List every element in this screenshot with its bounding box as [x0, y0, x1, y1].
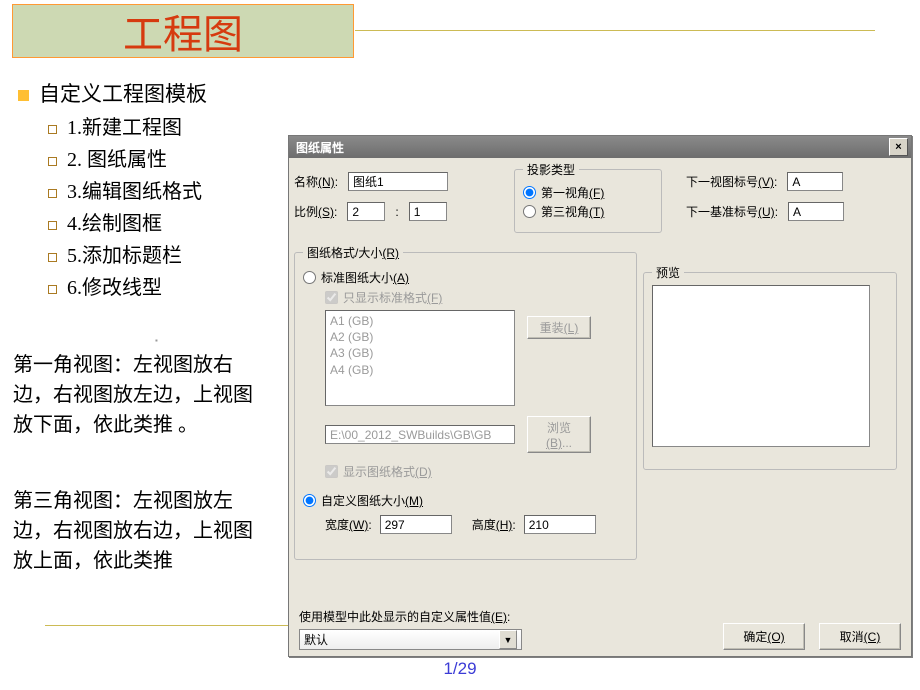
third-angle-radio[interactable]: [523, 205, 536, 218]
slide: 工程图 自定义工程图模板 1.新建工程图 2. 图纸属性 3.编辑图纸格式 4.…: [0, 0, 920, 690]
custom-size-radio[interactable]: [303, 494, 316, 507]
next-view-input[interactable]: [787, 172, 843, 191]
list-item: A4 (GB): [330, 362, 510, 378]
close-icon[interactable]: ×: [889, 138, 908, 156]
first-angle-label: 第一视角(F): [541, 184, 604, 201]
sheet-properties-dialog: 图纸属性 × 名称(N): 比例(S): : 投影类型 第: [288, 135, 912, 657]
bullet-main-text: 自定义工程图模板: [39, 78, 207, 108]
show-sheet-format-option: 显示图纸格式(D): [325, 463, 628, 480]
list-item: A3 (GB): [330, 345, 510, 361]
format-path-input: [325, 425, 515, 444]
dialog-action-buttons: 确定(O) 取消(C): [723, 623, 901, 650]
next-datum-label: 下一基准标号(U):: [686, 203, 778, 220]
model-prop-label: 使用模型中此处显示的自定义属性值(E):: [299, 608, 522, 625]
dialog-body: 名称(N): 比例(S): : 投影类型 第一视角(F) 第三视角(T): [289, 158, 911, 656]
dialog-titlebar[interactable]: 图纸属性 ×: [289, 136, 911, 158]
width-input[interactable]: [380, 515, 452, 534]
dialog-title: 图纸属性: [296, 139, 344, 156]
width-label: 宽度(W):: [325, 516, 372, 533]
third-angle-label: 第三视角(T): [541, 203, 604, 220]
scale-a-input[interactable]: [347, 202, 385, 221]
scale-field: 比例(S): :: [294, 202, 447, 221]
custom-size-label: 自定义图纸大小(M): [321, 492, 423, 509]
cancel-button[interactable]: 取消(C): [819, 623, 901, 650]
height-label: 高度(H):: [472, 516, 516, 533]
sheet-size-legend: 图纸格式/大小(R): [303, 244, 403, 261]
browse-button: 浏览(B)...: [527, 416, 591, 453]
next-view-field: 下一视图标号(V):: [686, 172, 843, 191]
standard-size-option[interactable]: 标准图纸大小(A): [303, 269, 628, 286]
sub-bullet: 2. 图纸属性: [48, 143, 266, 172]
custom-size-option[interactable]: 自定义图纸大小(M): [303, 492, 628, 509]
ok-button[interactable]: 确定(O): [723, 623, 805, 650]
bullet-main: 自定义工程图模板: [18, 78, 266, 108]
bullet-list: 自定义工程图模板 1.新建工程图 2. 图纸属性 3.编辑图纸格式 4.绘制图框…: [18, 78, 266, 303]
sub-bullet: 3.编辑图纸格式: [48, 175, 266, 204]
sub-text: 1.新建工程图: [67, 111, 182, 140]
projection-group: 投影类型 第一视角(F) 第三视角(T): [514, 161, 662, 233]
lower-divider: [45, 625, 289, 626]
custom-dims-row: 宽度(W): 高度(H):: [325, 515, 628, 534]
hollow-square-icon: [48, 221, 57, 230]
first-angle-option[interactable]: 第一视角(F): [523, 184, 653, 201]
slide-title: 工程图: [123, 2, 243, 60]
sub-bullet: 4.绘制图框: [48, 207, 266, 236]
model-prop-row: 使用模型中此处显示的自定义属性值(E): 默认 ▼: [299, 608, 522, 650]
projection-legend: 投影类型: [523, 161, 579, 178]
next-datum-input[interactable]: [788, 202, 844, 221]
scale-label: 比例(S):: [294, 203, 337, 220]
model-prop-value: 默认: [304, 631, 328, 648]
sub-text: 3.编辑图纸格式: [67, 175, 202, 204]
only-std-format-checkbox: [325, 291, 338, 304]
page-number: 1/29: [0, 659, 920, 679]
list-item: A2 (GB): [330, 329, 510, 345]
title-divider: [355, 30, 875, 31]
preview-legend: 预览: [652, 264, 684, 281]
first-angle-radio[interactable]: [523, 186, 536, 199]
next-datum-field: 下一基准标号(U):: [686, 202, 844, 221]
title-box: 工程图: [12, 4, 354, 58]
show-sheet-format-label: 显示图纸格式(D): [343, 463, 432, 480]
square-bullet-icon: [18, 90, 29, 101]
reload-button: 重装(L): [527, 316, 591, 339]
list-item: A1 (GB): [330, 313, 510, 329]
chevron-down-icon: ▼: [499, 630, 517, 649]
hollow-square-icon: [48, 253, 57, 262]
only-std-format-option: 只显示标准格式(F): [325, 289, 628, 306]
sub-bullet: 5.添加标题栏: [48, 239, 266, 268]
standard-size-radio[interactable]: [303, 271, 316, 284]
third-angle-option[interactable]: 第三视角(T): [523, 203, 653, 220]
standard-size-label: 标准图纸大小(A): [321, 269, 409, 286]
standard-size-listbox: A1 (GB) A2 (GB) A3 (GB) A4 (GB): [325, 310, 515, 406]
name-input[interactable]: [348, 172, 448, 191]
sheet-format-size-group: 图纸格式/大小(R) 标准图纸大小(A) 只显示标准格式(F) A1 (GB) …: [294, 244, 637, 560]
sub-text: 2. 图纸属性: [67, 143, 167, 172]
next-view-label: 下一视图标号(V):: [686, 173, 777, 190]
hollow-square-icon: [48, 189, 57, 198]
sub-text: 6.修改线型: [67, 271, 162, 300]
preview-canvas: [652, 285, 870, 447]
scale-sep: :: [395, 205, 398, 219]
sub-bullet: 6.修改线型: [48, 271, 266, 300]
paragraph-third-angle: 第三角视图：左视图放左边，右视图放右边，上视图放上面，依此类推: [13, 486, 263, 576]
name-label: 名称(N):: [294, 173, 338, 190]
size-list-row: A1 (GB) A2 (GB) A3 (GB) A4 (GB) 重装(L): [325, 310, 628, 406]
tiny-marker-icon: ▪: [155, 336, 162, 343]
height-input[interactable]: [524, 515, 596, 534]
name-field: 名称(N):: [294, 172, 448, 191]
hollow-square-icon: [48, 285, 57, 294]
hollow-square-icon: [48, 125, 57, 134]
hollow-square-icon: [48, 157, 57, 166]
scale-b-input[interactable]: [409, 202, 447, 221]
preview-group: 预览: [643, 264, 897, 470]
paragraph-first-angle: 第一角视图：左视图放右边，右视图放左边，上视图放下面，依此类推 。: [13, 350, 263, 440]
show-sheet-format-checkbox: [325, 465, 338, 478]
only-std-format-label: 只显示标准格式(F): [343, 289, 442, 306]
dialog-bottom-bar: 使用模型中此处显示的自定义属性值(E): 默认 ▼ 确定(O) 取消(C): [299, 608, 901, 650]
sub-text: 4.绘制图框: [67, 207, 162, 236]
path-row: 浏览(B)...: [325, 416, 628, 453]
sub-bullet: 1.新建工程图: [48, 111, 266, 140]
model-prop-select[interactable]: 默认 ▼: [299, 629, 522, 650]
sub-text: 5.添加标题栏: [67, 239, 182, 268]
